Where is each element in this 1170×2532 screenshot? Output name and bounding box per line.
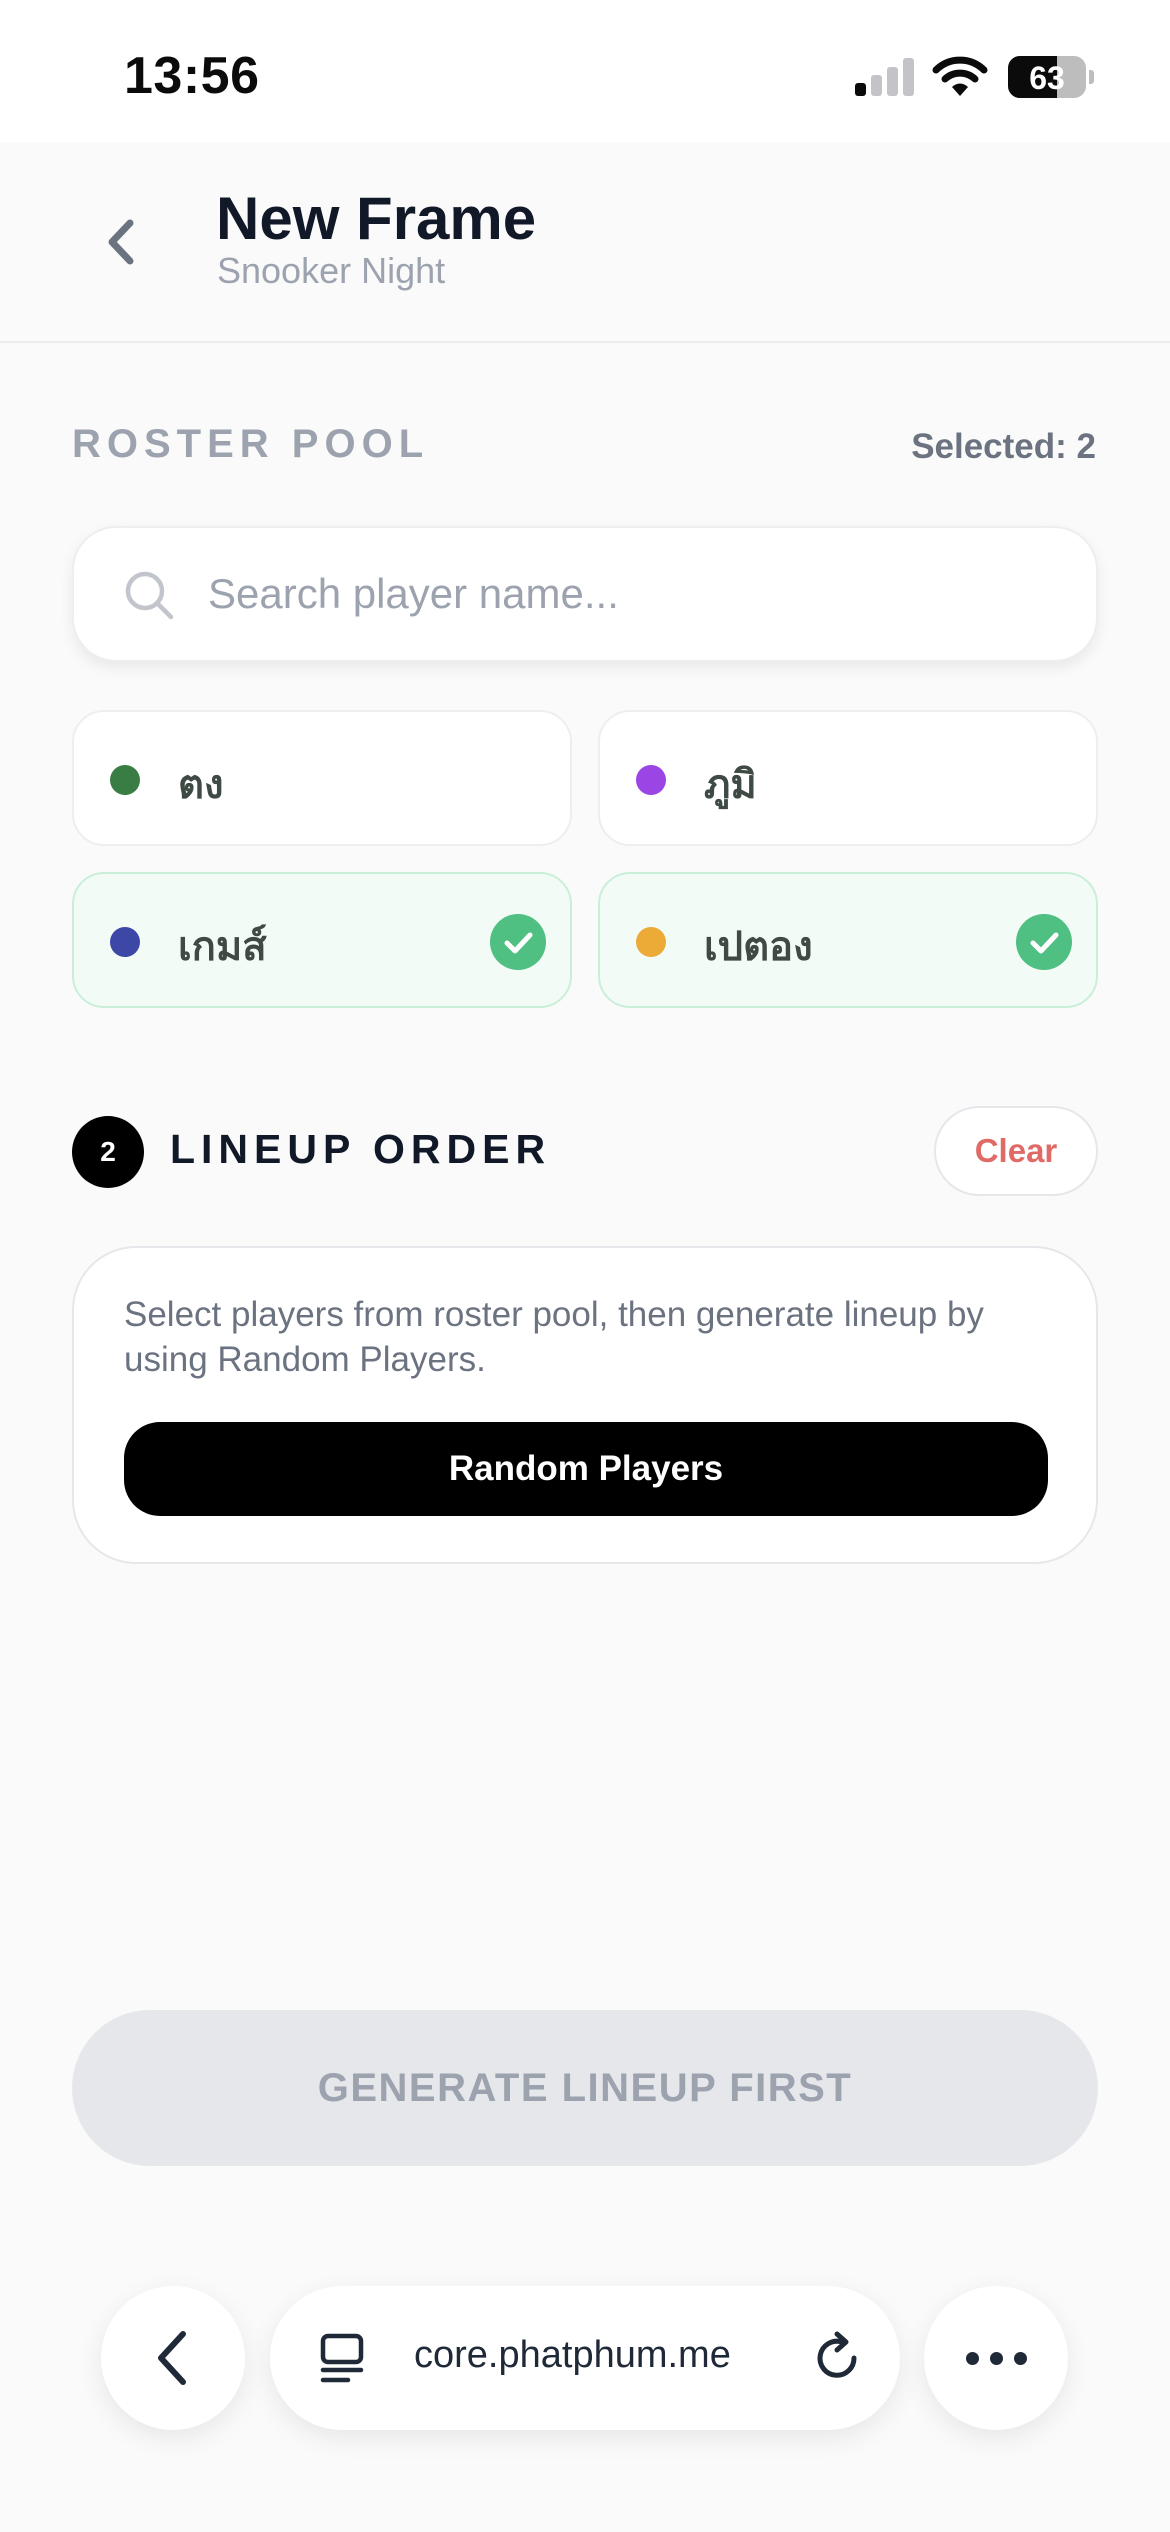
player-card[interactable]: ภูมิ [598, 710, 1098, 846]
search-input[interactable] [208, 558, 1028, 630]
wifi-icon [932, 56, 988, 96]
player-name: เกมส์ [178, 924, 267, 970]
step-number-badge: 2 [72, 1116, 144, 1188]
search-box[interactable] [72, 526, 1098, 662]
page-title: New Frame [216, 185, 537, 252]
check-icon [1016, 914, 1072, 970]
player-color-dot [636, 765, 666, 795]
status-bar: 13:56 63 [0, 0, 1170, 142]
player-color-dot [636, 927, 666, 957]
more-options-button[interactable] [924, 2286, 1068, 2430]
app-header: New Frame Snooker Night [0, 142, 1170, 343]
player-card[interactable]: เกมส์ [72, 872, 572, 1008]
player-color-dot [110, 765, 140, 795]
more-dot [1014, 2352, 1027, 2365]
browser-back-button[interactable] [101, 2286, 245, 2430]
battery-icon: 63 [1008, 56, 1094, 98]
lineup-card: Select players from roster pool, then ge… [72, 1246, 1098, 1564]
generate-lineup-button: GENERATE LINEUP FIRST [72, 2010, 1098, 2166]
battery-level: 63 [1029, 60, 1065, 96]
player-name: ตง [178, 762, 224, 808]
lineup-section-title: LINEUP ORDER [170, 1126, 552, 1172]
selected-count: Selected: 2 [911, 427, 1096, 466]
url-text[interactable]: core.phatphum.me [414, 2334, 731, 2377]
player-grid: ตง ภูมิ เกมส์ เปตอง [72, 710, 1098, 1010]
clear-button[interactable]: Clear [934, 1106, 1098, 1196]
app-screen: 13:56 63 New Frame Snooker Night ROSTER … [0, 0, 1170, 2532]
roster-section-label: ROSTER POOL [72, 422, 430, 466]
more-dot [990, 2352, 1003, 2365]
player-name: เปตอง [704, 924, 813, 970]
page-subtitle: Snooker Night [217, 250, 446, 291]
address-bar[interactable]: core.phatphum.me [270, 2286, 900, 2430]
chevron-left-icon [158, 2331, 186, 2385]
player-name: ภูมิ [704, 762, 757, 808]
check-icon [490, 914, 546, 970]
random-players-button[interactable]: Random Players [124, 1422, 1048, 1516]
player-card[interactable]: ตง [72, 710, 572, 846]
signal-bars-icon [855, 58, 915, 96]
reload-icon[interactable] [810, 2330, 866, 2386]
status-time: 13:56 [124, 47, 260, 105]
tabs-icon[interactable] [318, 2330, 368, 2386]
search-icon [125, 571, 174, 620]
more-dot [966, 2352, 979, 2365]
lineup-hint-text: Select players from roster pool, then ge… [124, 1295, 984, 1379]
player-color-dot [110, 927, 140, 957]
back-chevron-icon[interactable] [100, 215, 142, 269]
player-card[interactable]: เปตอง [598, 872, 1098, 1008]
